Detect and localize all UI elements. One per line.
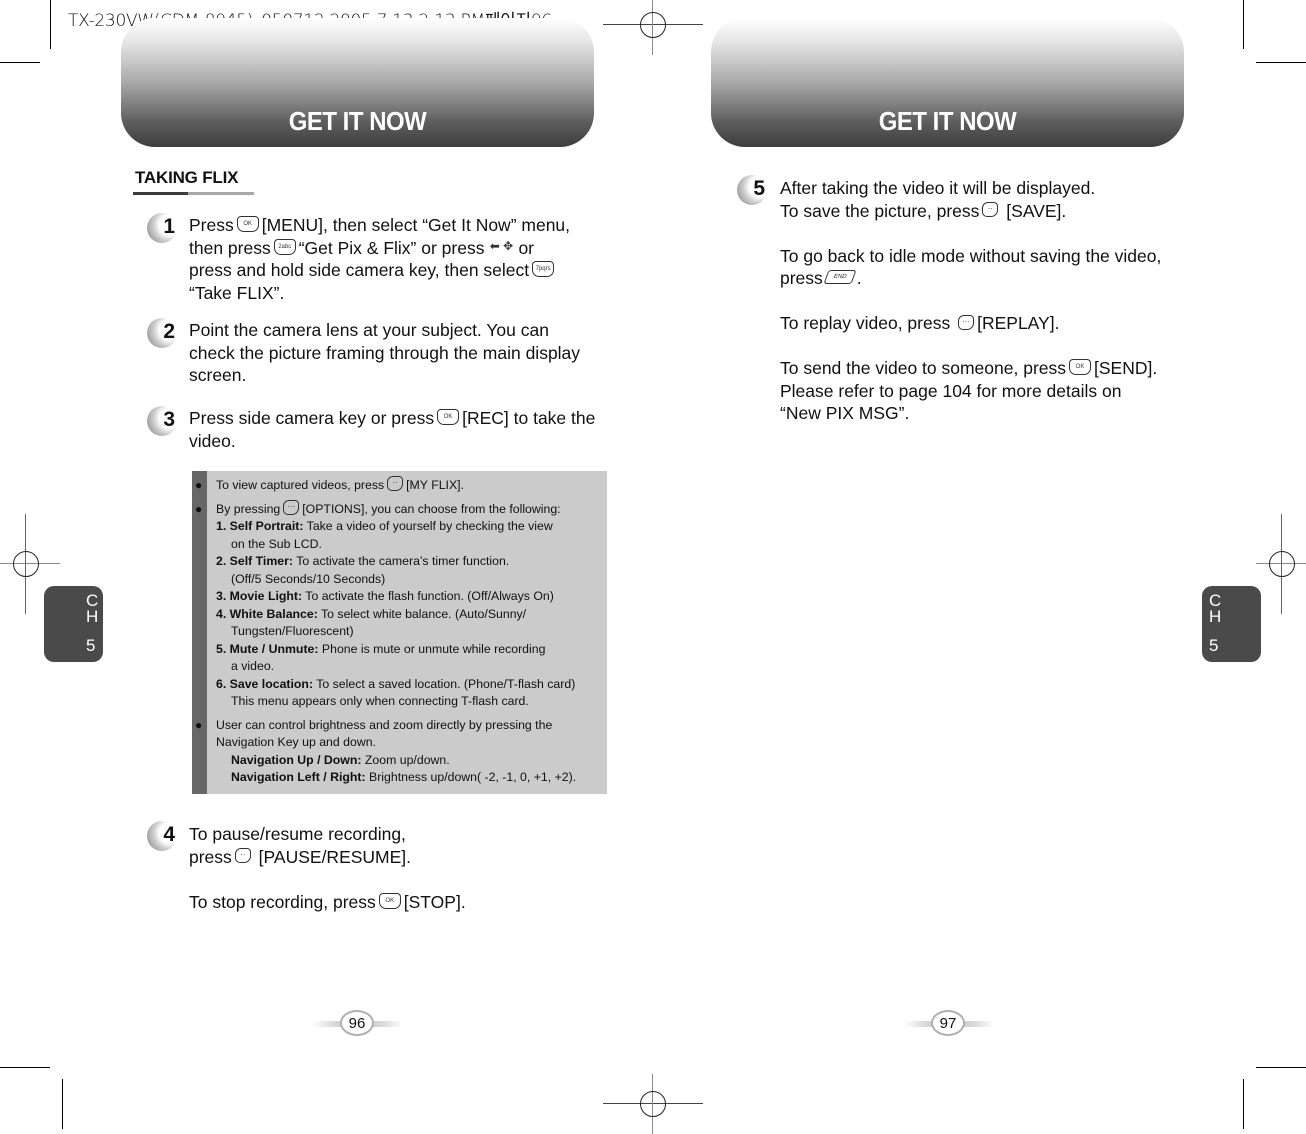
- step-number: 3: [163, 408, 175, 431]
- crop-mark: [0, 1067, 50, 1068]
- option-item: 3. Movie Light: To activate the flash fu…: [216, 589, 554, 603]
- seven-key-icon: 7pqrs: [532, 261, 555, 278]
- left-page-number: 96: [313, 1010, 403, 1036]
- crop-mark: [50, 0, 51, 49]
- step-2-text: Point the camera lens at your subject. Y…: [189, 320, 581, 385]
- note-bullet-1: ● To view captured videos, press ·· [MY FL…: [195, 476, 606, 495]
- step-5-badge: 5: [737, 175, 767, 205]
- right-soft-key-icon: ···: [283, 499, 300, 515]
- ok-key-icon: OK: [437, 409, 460, 426]
- two-key-icon: 2abc: [273, 238, 296, 255]
- nav-left-key-icon: ⬅ ✥: [489, 238, 514, 253]
- left-soft-key-icon: ··: [982, 202, 999, 218]
- step-3-badge: 3: [147, 406, 177, 436]
- registration-mark-top: [603, 0, 703, 55]
- right-soft-key-icon: ···: [958, 314, 975, 330]
- step-1-text: Press OK [MENU], then select “Get It Now” …: [189, 215, 571, 303]
- step-number: 5: [753, 177, 765, 200]
- bullet-icon: ●: [195, 478, 203, 492]
- bullet-icon: ●: [195, 717, 203, 732]
- ok-key-icon: OK: [1069, 359, 1092, 376]
- end-key-icon: END: [823, 270, 857, 285]
- registration-mark-right: [1256, 514, 1306, 614]
- step-number: 4: [163, 823, 175, 846]
- left-header-title: GET IT NOW: [288, 106, 427, 136]
- option-item: 2. Self Timer: To activate the camera’s …: [216, 554, 510, 568]
- left-header-bar: GET IT NOW: [121, 18, 594, 147]
- crop-mark: [1243, 1079, 1244, 1129]
- registration-mark-bottom: [603, 1074, 703, 1134]
- section-underline: [133, 192, 254, 195]
- right-header-title: GET IT NOW: [878, 106, 1017, 136]
- step-4-badge: 4: [147, 821, 177, 851]
- ok-key-icon: OK: [236, 216, 259, 233]
- step-1-badge: 1: [147, 213, 177, 243]
- section-title: TAKING FLIX: [135, 168, 239, 187]
- left-chapter-tab: CH 5: [44, 586, 103, 662]
- step-3-text: Press side camera key or press OK [REC] to…: [189, 408, 596, 451]
- tips-note-box: ● To view captured videos, press ·· [MY FL…: [192, 471, 607, 794]
- option-item: 1. Self Portrait: Take a video of yourse…: [216, 519, 553, 533]
- right-page-number: 97: [904, 1010, 994, 1036]
- note-bullet-3: ● User can control brightness and zoom d…: [195, 717, 577, 785]
- note-content: ● To view captured videos, press ·· [MY FL…: [195, 476, 606, 793]
- left-soft-key-icon: ··: [387, 476, 404, 492]
- step-5-text: After taking the video it will be displa…: [780, 178, 1162, 423]
- crop-mark: [1256, 62, 1306, 63]
- crop-mark: [1256, 1067, 1306, 1068]
- bullet-icon: ●: [195, 501, 203, 516]
- step-number: 1: [163, 215, 175, 238]
- step-4-text: To pause/resume recording, press ·· [PAUS…: [189, 824, 466, 912]
- left-soft-key-icon: ··: [234, 848, 251, 864]
- option-item: 6. Save location: To select a saved loca…: [216, 676, 576, 691]
- note-bullet-2: ● By pressing ··· [OPTIONS], you can choos…: [195, 499, 576, 708]
- ok-key-icon: OK: [378, 892, 401, 909]
- crop-mark: [0, 62, 40, 63]
- crop-mark: [62, 1079, 63, 1129]
- option-item: 4. White Balance: To select white balanc…: [216, 606, 527, 621]
- note-side-bar: [192, 471, 207, 794]
- option-item: 5. Mute / Unmute: Phone is mute or unmut…: [216, 641, 546, 656]
- step-2-badge: 2: [147, 318, 177, 348]
- right-chapter-tab: CH 5: [1202, 586, 1261, 662]
- right-header-bar: GET IT NOW: [711, 18, 1184, 147]
- step-number: 2: [163, 320, 175, 343]
- crop-mark: [1243, 0, 1244, 49]
